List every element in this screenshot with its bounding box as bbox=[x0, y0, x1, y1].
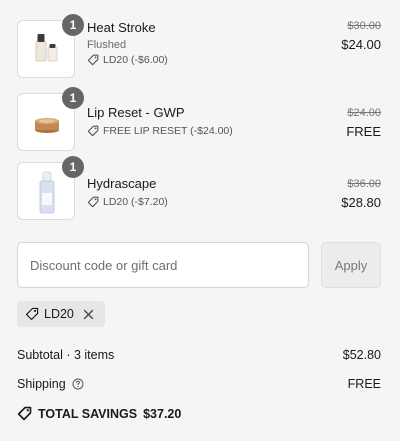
applied-discount-chip: LD20 bbox=[17, 301, 105, 327]
final-price: $28.80 bbox=[341, 195, 381, 210]
help-circle-icon[interactable] bbox=[72, 378, 84, 390]
product-variant: Flushed bbox=[87, 39, 127, 51]
tag-icon bbox=[87, 54, 99, 66]
line-discount: LD20 (-$6.00) bbox=[87, 54, 168, 66]
savings-tag-icon bbox=[17, 406, 32, 421]
discount-text: LD20 (-$7.20) bbox=[103, 196, 168, 208]
product-name: Lip Reset - GWP bbox=[87, 105, 185, 120]
tag-icon bbox=[25, 307, 39, 321]
subtotal-row: Subtotal · 3 items $52.80 bbox=[17, 348, 381, 362]
shipping-row: Shipping FREE bbox=[17, 377, 381, 391]
quantity-badge: 1 bbox=[62, 156, 84, 178]
tag-icon bbox=[87, 125, 99, 137]
discount-text: LD20 (-$6.00) bbox=[103, 54, 168, 66]
total-savings: TOTAL SAVINGS $37.20 bbox=[17, 406, 181, 421]
product-thumbnail: 1 bbox=[17, 156, 84, 220]
discount-code-input[interactable] bbox=[17, 242, 309, 288]
product-thumbnail: 1 bbox=[17, 14, 84, 78]
tag-icon bbox=[87, 196, 99, 208]
original-price: $24.00 bbox=[347, 107, 381, 119]
product-name: Hydrascape bbox=[87, 176, 157, 191]
subtotal-value: $52.80 bbox=[342, 348, 381, 362]
apply-button[interactable]: Apply bbox=[321, 242, 381, 288]
shipping-label: Shipping bbox=[17, 377, 66, 391]
cart-line-item: 1 Heat Stroke Flushed LD20 (-$6.00) $30.… bbox=[17, 14, 381, 78]
applied-code-label: LD20 bbox=[44, 307, 74, 321]
quantity-badge: 1 bbox=[62, 87, 84, 109]
line-discount: FREE LIP RESET (-$24.00) bbox=[87, 125, 233, 137]
final-price: $24.00 bbox=[341, 37, 381, 52]
cart-line-item: 1 Lip Reset - GWP FREE LIP RESET (-$24.0… bbox=[17, 87, 381, 151]
final-price: FREE bbox=[346, 124, 381, 139]
remove-discount-icon[interactable] bbox=[83, 309, 94, 320]
cart-line-item: 1 Hydrascape LD20 (-$7.20) $36.00 $28.80 bbox=[17, 156, 381, 220]
original-price: $30.00 bbox=[347, 20, 381, 32]
original-price: $36.00 bbox=[347, 178, 381, 190]
subtotal-label: Subtotal · 3 items bbox=[17, 348, 115, 362]
product-thumbnail: 1 bbox=[17, 87, 84, 151]
quantity-badge: 1 bbox=[62, 14, 84, 36]
product-name: Heat Stroke bbox=[87, 20, 156, 35]
total-savings-label: TOTAL SAVINGS bbox=[38, 406, 138, 421]
discount-text: FREE LIP RESET (-$24.00) bbox=[103, 125, 233, 137]
total-savings-value: $37.20 bbox=[143, 406, 182, 421]
line-discount: LD20 (-$7.20) bbox=[87, 196, 168, 208]
shipping-value: FREE bbox=[347, 377, 381, 391]
